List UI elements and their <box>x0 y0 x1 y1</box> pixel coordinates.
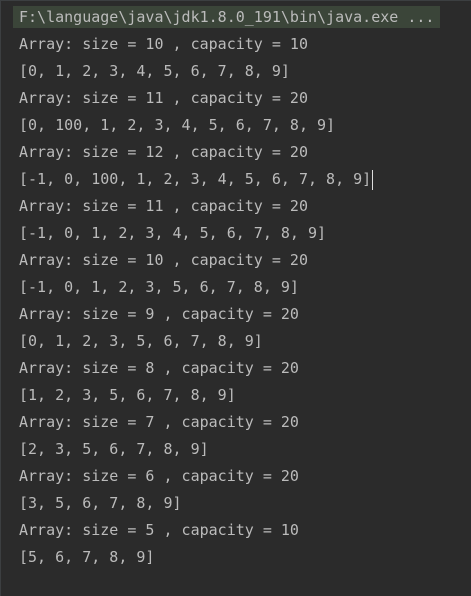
console-line: [2, 3, 5, 6, 7, 8, 9] <box>19 440 209 458</box>
console-output-lines: Array: size = 10 , capacity = 10 [0, 1, … <box>19 33 374 573</box>
console-line: Array: size = 12 , capacity = 20 <box>19 143 308 161</box>
console-line: Array: size = 11 , capacity = 20 <box>19 89 308 107</box>
console-line: Array: size = 10 , capacity = 10 <box>19 35 308 53</box>
console-line: [1, 2, 3, 5, 6, 7, 8, 9] <box>19 386 236 404</box>
text-caret <box>372 169 374 190</box>
console-line: Array: size = 7 , capacity = 20 <box>19 413 299 431</box>
console-line: [3, 5, 6, 7, 8, 9] <box>19 494 182 512</box>
console-output-panel[interactable]: F:\language\java\jdk1.8.0_191\bin\java.e… <box>0 0 471 596</box>
console-line: Array: size = 8 , capacity = 20 <box>19 359 299 377</box>
run-command-line[interactable]: F:\language\java\jdk1.8.0_191\bin\java.e… <box>13 6 441 28</box>
console-line: [-1, 0, 1, 2, 3, 4, 5, 6, 7, 8, 9] <box>19 224 327 242</box>
console-line: Array: size = 9 , capacity = 20 <box>19 305 299 323</box>
console-line: [0, 1, 2, 3, 4, 5, 6, 7, 8, 9] <box>19 62 290 80</box>
console-line-with-caret: [-1, 0, 100, 1, 2, 3, 4, 5, 6, 7, 8, 9] <box>19 168 374 195</box>
console-line: Array: size = 11 , capacity = 20 <box>19 197 308 215</box>
console-line: [0, 100, 1, 2, 3, 4, 5, 6, 7, 8, 9] <box>19 116 336 134</box>
console-line: Array: size = 5 , capacity = 10 <box>19 521 299 539</box>
console-line-text: [-1, 0, 100, 1, 2, 3, 4, 5, 6, 7, 8, 9] <box>19 170 372 188</box>
console-line: [5, 6, 7, 8, 9] <box>19 548 155 566</box>
console-line: [-1, 0, 1, 2, 3, 5, 6, 7, 8, 9] <box>19 278 299 296</box>
console-line: Array: size = 6 , capacity = 20 <box>19 467 299 485</box>
console-line: [0, 1, 2, 3, 5, 6, 7, 8, 9] <box>19 332 263 350</box>
console-line: Array: size = 10 , capacity = 20 <box>19 251 308 269</box>
